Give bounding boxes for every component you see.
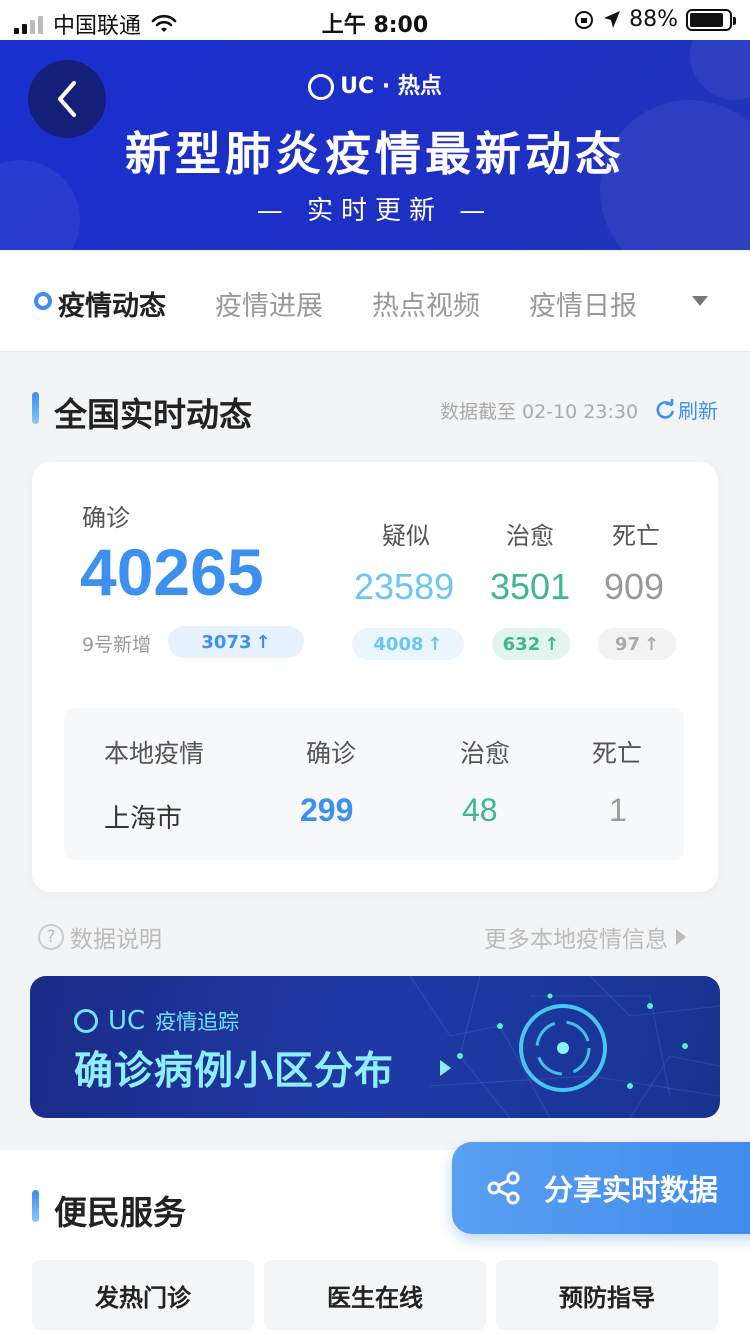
tab-epidemic-news[interactable]: 疫情动态: [58, 284, 166, 323]
promo-brand: UC 疫情追踪: [74, 1006, 239, 1036]
death-label: 死亡: [612, 522, 660, 550]
refresh-icon: [656, 398, 674, 419]
tab-epidemic-progress[interactable]: 疫情进展: [215, 284, 323, 323]
status-bar: 中国联通 上午 8:00 88%: [0, 0, 750, 40]
location-icon: [604, 10, 621, 28]
suspected-value: 23589: [354, 566, 455, 607]
more-local-info-link[interactable]: 更多本地疫情信息: [484, 920, 686, 954]
cured-new-badge: 632 ↑: [492, 628, 570, 660]
local-death-value: 1: [609, 792, 627, 828]
section-title-national: 全国实时动态: [54, 395, 252, 434]
service-doctor-online[interactable]: 医生在线: [264, 1260, 486, 1330]
confirmed-value: 40265: [80, 535, 264, 609]
suspected-label: 疑似: [382, 522, 430, 550]
local-header-label: 本地疫情: [104, 739, 205, 768]
promo-title: 确诊病例小区分布: [74, 1049, 395, 1094]
play-icon: [440, 1060, 451, 1076]
case-map-banner[interactable]: UC 疫情追踪 确诊病例小区分布: [30, 976, 720, 1118]
suspected-new-badge: 4008 ↑: [352, 628, 464, 660]
local-epidemic-table[interactable]: 本地疫情 确诊 治愈 死亡 上海市 299 48 1: [64, 708, 684, 860]
question-icon: ?: [38, 924, 64, 950]
data-note-link[interactable]: ? 数据说明: [38, 920, 162, 954]
death-new-badge: 97 ↑: [598, 628, 676, 660]
uc-logo-icon: [74, 1009, 98, 1033]
header-banner: UC · 热点 新型肺炎疫情最新动态 — 实时更新 —: [0, 40, 750, 250]
battery-icon: [686, 8, 736, 31]
confirmed-new-badge: 3073 ↑: [168, 626, 304, 658]
chevron-right-icon: [676, 929, 686, 945]
local-death-label: 死亡: [592, 739, 643, 768]
share-data-button[interactable]: 分享实时数据: [452, 1142, 750, 1234]
cured-value: 3501: [490, 566, 571, 607]
national-stats-card: 确诊 40265 9号新增 3073 ↑ 疑似 23589 4008 ↑ 治愈 35…: [32, 462, 718, 892]
up-arrow-icon: ↑: [544, 633, 560, 655]
page-title: 新型肺炎疫情最新动态: [125, 127, 625, 181]
service-fever-clinic[interactable]: 发热门诊: [32, 1260, 254, 1330]
section-marker: [32, 1190, 39, 1222]
cured-label: 治愈: [506, 522, 554, 550]
up-arrow-icon: ↑: [255, 631, 271, 653]
local-confirmed-label: 确诊: [306, 739, 357, 768]
up-arrow-icon: ↑: [427, 633, 443, 655]
refresh-button[interactable]: 刷新: [654, 395, 718, 424]
share-icon: [487, 1171, 520, 1205]
uc-logo-icon: [308, 74, 335, 100]
section-title-services: 便民服务: [54, 1193, 186, 1232]
death-value: 909: [604, 566, 665, 607]
tab-bar: 疫情动态 疫情进展 热点视频 疫情日报: [0, 252, 750, 352]
tab-hot-videos[interactable]: 热点视频: [372, 284, 480, 323]
section-marker: [32, 392, 39, 424]
new-label: 9号新增: [82, 634, 152, 656]
tab-daily-report[interactable]: 疫情日报: [529, 284, 637, 323]
up-arrow-icon: ↑: [643, 633, 660, 655]
data-timestamp: 数据截至 02-10 23:30: [440, 401, 639, 423]
dropdown-icon[interactable]: [692, 296, 708, 306]
service-prevention-guide[interactable]: 预防指导: [496, 1260, 718, 1330]
orientation-lock-icon: [575, 10, 594, 29]
local-cured-label: 治愈: [460, 739, 511, 768]
battery-percent: 88%: [629, 7, 678, 32]
local-city: 上海市: [104, 804, 183, 834]
page-subtitle: — 实时更新 —: [256, 196, 494, 226]
local-cured-value: 48: [462, 792, 498, 828]
confirmed-label: 确诊: [82, 504, 130, 532]
active-tab-indicator: [34, 292, 52, 310]
local-confirmed-value: 299: [300, 792, 354, 828]
uc-brand: UC · 热点: [0, 68, 750, 100]
